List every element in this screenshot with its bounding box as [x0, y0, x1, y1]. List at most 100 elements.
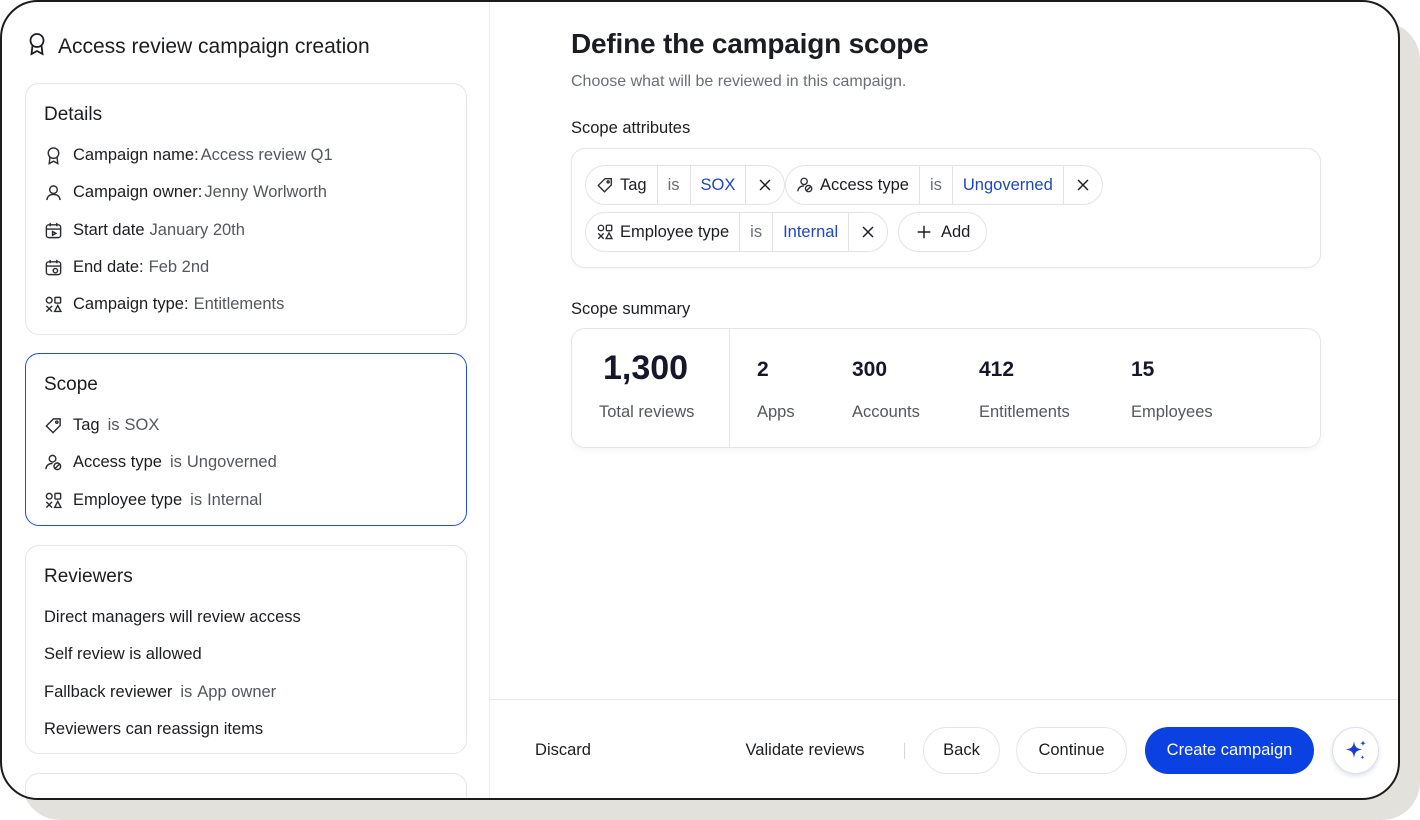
validate-reviews-button[interactable]: Validate reviews	[730, 727, 880, 774]
stat-label-apps: Apps	[757, 403, 795, 421]
scope-card[interactable]: Scope Tag is SOX Access type is Ungovern…	[25, 353, 467, 526]
calendar-start-icon	[44, 221, 63, 240]
detail-row-campaign-type: Campaign type: Entitlements	[44, 286, 448, 323]
filter-key[interactable]: Access type	[786, 166, 920, 204]
scope-label: Tag	[73, 416, 100, 435]
total-reviews-label: Total reviews	[599, 403, 695, 421]
app-title: Access review campaign creation	[26, 32, 370, 62]
detail-value: Feb 2nd	[148, 258, 210, 277]
reviewer-text: Self review is allowed	[44, 645, 202, 664]
calendar-end-icon	[44, 258, 63, 277]
reviewer-row: Direct managers will review access	[44, 599, 448, 636]
detail-value: Jenny Worlworth	[204, 183, 327, 202]
reviewers-title: Reviewers	[44, 566, 133, 587]
access-type-icon	[44, 453, 63, 472]
summary-sidebar: Access review campaign creation Details …	[2, 2, 490, 798]
footer-divider	[904, 743, 905, 759]
reviewer-text: Direct managers will review access	[44, 608, 301, 627]
tag-icon	[44, 416, 63, 435]
continue-button[interactable]: Continue	[1016, 727, 1127, 774]
filter-operator[interactable]: is	[740, 213, 774, 251]
close-icon	[1074, 176, 1092, 194]
detail-label: Start date	[73, 220, 145, 239]
stat-value-employees: 15	[1131, 358, 1155, 381]
filter-key[interactable]: Tag	[586, 166, 658, 204]
scope-attributes-box: Tag is SOX Access type is Ungoverned Emp…	[571, 148, 1321, 268]
stat-value-apps: 2	[757, 358, 769, 381]
detail-row-campaign-owner: Campaign owner: Jenny Worlworth	[44, 174, 448, 211]
details-title: Details	[44, 104, 103, 125]
reviewer-row: Self review is allowed	[44, 636, 448, 673]
scope-op: is	[169, 453, 182, 472]
total-reviews-value: 1,300	[603, 349, 689, 387]
detail-value: Access review Q1	[200, 146, 333, 165]
scope-label: Access type	[73, 453, 162, 472]
reviewers-card[interactable]: Reviewers Direct managers will review ac…	[25, 545, 467, 754]
close-icon	[859, 223, 877, 241]
reviewer-text: Reviewers can reassign items	[44, 720, 264, 739]
scope-attributes-label: Scope attributes	[571, 119, 691, 137]
scope-title: Scope	[44, 374, 98, 395]
remove-filter-button[interactable]	[1064, 166, 1102, 204]
create-campaign-button[interactable]: Create campaign	[1145, 727, 1314, 774]
add-filter-label: Add	[941, 222, 971, 241]
scope-row-employee-type: Employee type is Internal	[44, 482, 448, 519]
stat-value-accounts: 300	[852, 358, 888, 381]
scope-value: Internal	[207, 490, 263, 509]
filter-key-label: Access type	[820, 175, 909, 194]
scope-op: is	[190, 490, 203, 509]
detail-value: Entitlements	[193, 295, 285, 314]
reviewer-row: Reviewers can reassign items	[44, 711, 448, 748]
remove-filter-button[interactable]	[746, 166, 784, 204]
filter-key-label: Employee type	[620, 222, 730, 241]
filter-key[interactable]: Employee type	[586, 213, 741, 251]
app-window: Access review campaign creation Details …	[0, 0, 1400, 800]
filter-value[interactable]: Ungoverned	[953, 166, 1064, 204]
filter-value[interactable]: Internal	[773, 213, 850, 251]
stat-label-accounts: Accounts	[852, 403, 920, 421]
detail-row-campaign-name: Campaign name: Access review Q1	[44, 137, 448, 174]
stat-label-employees: Employees	[1131, 403, 1213, 421]
app-title-text: Access review campaign creation	[58, 35, 370, 58]
back-button[interactable]: Back	[923, 727, 1000, 774]
plus-icon	[915, 223, 933, 241]
user-icon	[44, 183, 63, 202]
shapes-icon	[44, 491, 63, 510]
stat-label-entitlements: Entitlements	[979, 403, 1070, 421]
next-card[interactable]	[25, 773, 467, 798]
ai-assistant-button[interactable]	[1332, 727, 1379, 774]
filter-operator[interactable]: is	[920, 166, 953, 204]
shapes-icon	[44, 295, 63, 314]
detail-row-end-date: End date: Feb 2nd	[44, 249, 448, 286]
filter-pill-employee-type[interactable]: Employee type is Internal	[585, 212, 889, 252]
add-filter-button[interactable]: Add	[898, 212, 988, 252]
scope-label: Employee type	[73, 490, 183, 509]
remove-filter-button[interactable]	[849, 213, 887, 251]
scope-row-tag: Tag is SOX	[44, 407, 448, 444]
scope-value: SOX	[124, 416, 160, 435]
filter-pill-access-type[interactable]: Access type is Ungoverned	[785, 165, 1103, 205]
close-icon	[756, 176, 774, 194]
page-subtitle: Choose what will be reviewed in this cam…	[571, 73, 907, 90]
scope-row-access-type: Access type is Ungoverned	[44, 444, 448, 481]
footer-action-bar: Discard Validate reviews Back Continue C…	[490, 699, 1398, 798]
details-card[interactable]: Details Campaign name: Access review Q1 …	[25, 83, 467, 335]
detail-label: End date:	[73, 258, 144, 277]
page-title: Define the campaign scope	[571, 28, 929, 59]
filter-pill-tag[interactable]: Tag is SOX	[585, 165, 786, 205]
badge-icon	[44, 146, 63, 166]
detail-row-start-date: Start date January 20th	[44, 212, 448, 249]
filter-operator[interactable]: is	[658, 166, 691, 204]
badge-icon	[26, 32, 48, 62]
detail-value: January 20th	[149, 220, 245, 239]
discard-button[interactable]: Discard	[518, 727, 608, 774]
scope-summary-box: 1,300 Total reviews 2 Apps 300 Accounts …	[571, 328, 1321, 448]
filter-key-label: Tag	[620, 175, 647, 194]
total-reviews-cell: 1,300 Total reviews	[572, 329, 730, 447]
stat-value-entitlements: 412	[979, 358, 1015, 381]
detail-label: Campaign owner:	[73, 183, 203, 202]
sparkle-icon	[1342, 737, 1370, 765]
reviewer-op: is	[180, 682, 193, 701]
filter-value[interactable]: SOX	[691, 166, 747, 204]
scope-value: Ungoverned	[186, 453, 277, 472]
